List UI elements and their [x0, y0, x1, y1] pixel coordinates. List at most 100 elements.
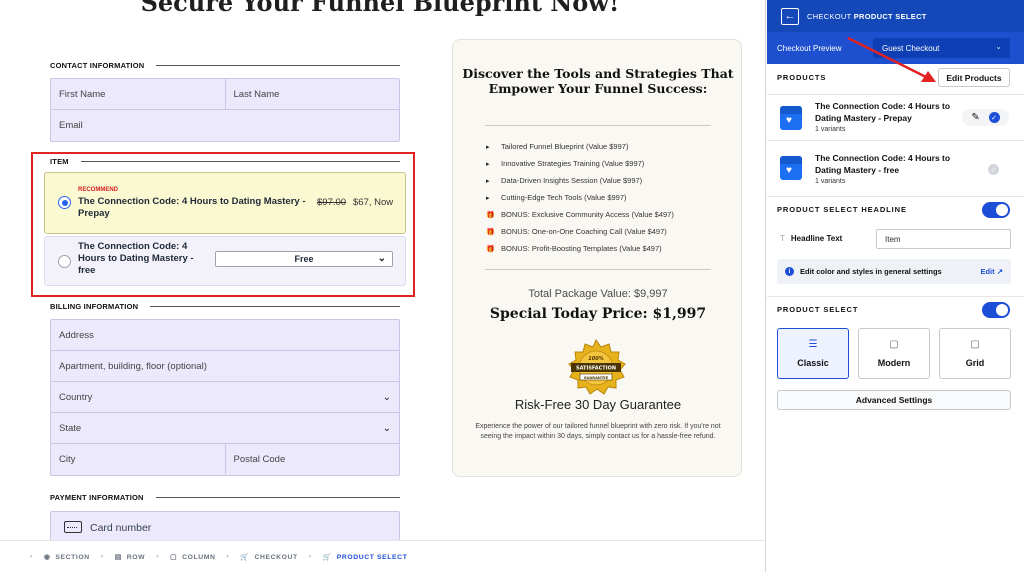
triangle-bullet-icon: ▸ [486, 160, 490, 168]
pencil-icon[interactable]: ✎ [971, 112, 979, 123]
products-heading: PRODUCTS [777, 73, 827, 82]
layout-classic[interactable]: ☰ Classic [777, 328, 849, 379]
list-item: 🎁 BONUS: One-on-One Coaching Call (Value … [486, 227, 667, 236]
chevron-down-icon: ⌄ [382, 391, 391, 403]
benefit-list: ▸ Tailored Funnel Blueprint (Value $997) … [486, 138, 726, 257]
breadcrumb-row[interactable]: ▤ ROW [115, 553, 145, 561]
product-option-free[interactable]: The Connection Code: 4 Hours to Dating M… [44, 236, 406, 286]
total-value: Total Package Value: $9,997 [528, 288, 668, 300]
breadcrumb-column[interactable]: ▢ COLUMN [170, 553, 215, 561]
special-price: Special Today Price: $1,997 [489, 306, 707, 322]
price-new: $67, Now [353, 197, 394, 208]
recommend-badge: RECOMMEND [78, 187, 118, 193]
radio-selected[interactable] [58, 196, 71, 209]
radio-unselected[interactable] [58, 255, 71, 268]
triangle-bullet-icon: ▸ [486, 143, 490, 151]
panel-header: ← CHECKOUT PRODUCT SELECT [767, 0, 1024, 32]
postal-code-field[interactable]: Postal Code [224, 444, 400, 475]
city-field[interactable]: City [51, 444, 225, 475]
product-select-toggle[interactable] [982, 302, 1010, 318]
cart-icon: 🛒 [322, 553, 332, 561]
list-icon: ☰ [808, 339, 818, 350]
layout-grid[interactable]: ▢ Grid [939, 328, 1011, 379]
headline-input[interactable]: Item [876, 229, 1011, 249]
state-select[interactable]: State ⌄ [51, 413, 399, 443]
square-icon: ▢ [970, 339, 980, 350]
product-box-icon [780, 156, 802, 180]
section-icon: ◉ [43, 553, 51, 561]
chevron-down-icon: ⌄ [377, 253, 386, 264]
list-item: ▸ Tailored Funnel Blueprint (Value $997) [486, 142, 629, 151]
advanced-settings-button[interactable]: Advanced Settings [777, 390, 1011, 410]
text-icon: T [780, 234, 785, 243]
row-icon: ▤ [114, 553, 122, 561]
chevron-down-icon: ⌄ [382, 422, 391, 434]
preview-select[interactable]: Guest Checkout ⌄ [873, 38, 1010, 58]
contact-fields: First Name Last Name Email [50, 78, 400, 142]
gift-icon: 🎁 [486, 245, 495, 253]
credit-card-icon [64, 521, 82, 533]
triangle-bullet-icon: ▸ [486, 194, 490, 202]
last-name-field[interactable]: Last Name [224, 79, 400, 109]
product-option-prepay[interactable]: RECOMMEND The Connection Code: 4 Hours t… [44, 172, 406, 234]
settings-panel: ← CHECKOUT PRODUCT SELECT Checkout Previ… [767, 0, 1024, 572]
breadcrumb-checkout[interactable]: 🛒 CHECKOUT [240, 553, 297, 561]
layout-modern[interactable]: ▢ Modern [858, 328, 930, 379]
chevron-right-icon: › [30, 553, 33, 560]
breadcrumb-section[interactable]: ◉ SECTION [44, 553, 90, 561]
product-row[interactable]: The Connection Code: 4 Hours to Dating M… [767, 94, 1024, 140]
list-item: 🎁 BONUS: Exclusive Community Access (Valu… [486, 210, 674, 219]
square-icon: ▢ [889, 339, 899, 350]
svg-text:GUARANTEE: GUARANTEE [584, 376, 609, 380]
list-item: ▸ Data-Driven Insights Session (Value $99… [486, 176, 643, 185]
check-icon[interactable]: ✓ [988, 164, 999, 175]
panel-title: CHECKOUT PRODUCT SELECT [807, 11, 927, 21]
column-icon: ▢ [170, 553, 178, 561]
option-title: The Connection Code: 4 Hours to Dating M… [78, 196, 306, 219]
sales-card: Discover the Tools and Strategies That E… [452, 39, 742, 477]
editor-canvas: Secure Your Funnel Blueprint Now! CONTAC… [0, 0, 766, 572]
list-item: 🎁 BONUS: Profit-Boosting Templates (Value… [486, 244, 662, 253]
edit-products-button[interactable]: Edit Products [938, 68, 1010, 87]
price-old: $97.00 [317, 197, 347, 208]
gift-icon: 🎁 [486, 211, 495, 219]
check-icon[interactable]: ✓ [988, 112, 1000, 123]
guarantee-text: Experience the power of our tailored fun… [475, 423, 721, 440]
arrow-left-icon: ← [784, 10, 796, 22]
chevron-down-icon: ⌄ [995, 42, 1002, 51]
chevron-right-icon: › [226, 553, 230, 560]
back-button[interactable]: ← [781, 7, 799, 25]
billing-fields: Address Apartment, building, floor (opti… [50, 319, 400, 476]
contact-heading: CONTACT INFORMATION [50, 61, 400, 70]
svg-text:SATISFACTION: SATISFACTION [576, 366, 616, 372]
chevron-right-icon: › [100, 553, 104, 560]
option-title: The Connection Code: 4 Hours to Dating M… [78, 241, 194, 276]
first-name-field[interactable]: First Name [51, 79, 225, 109]
edit-link[interactable]: Edit ↗ [980, 267, 1003, 276]
divider [485, 125, 711, 126]
product-actions[interactable]: ✎ ✓ [962, 109, 1009, 126]
breadcrumb: › ◉ SECTION › ▤ ROW › ▢ COLUMN › 🛒 CHECKOUT … [0, 540, 765, 572]
payment-heading: PAYMENT INFORMATION [50, 493, 400, 502]
price-select[interactable]: Free ⌄ [215, 251, 393, 267]
preview-bar: Checkout Preview Guest Checkout ⌄ [767, 32, 1024, 64]
apartment-field[interactable]: Apartment, building, floor (optional) [51, 351, 399, 381]
page-title: Secure Your Funnel Blueprint Now! [140, 0, 620, 17]
satisfaction-badge-icon: 100% SATISFACTION GUARANTEE [568, 338, 626, 395]
country-select[interactable]: Country ⌄ [51, 382, 399, 412]
divider [485, 269, 711, 270]
chevron-right-icon: › [156, 553, 160, 560]
preview-label: Checkout Preview [777, 43, 842, 53]
address-field[interactable]: Address [51, 320, 399, 350]
triangle-bullet-icon: ▸ [486, 177, 490, 185]
headline-toggle[interactable] [982, 202, 1010, 218]
list-item: ▸ Innovative Strategies Training (Value $… [486, 159, 645, 168]
list-item: ▸ Cutting-Edge Tech Tools (Value $997) [486, 193, 627, 202]
product-row[interactable]: The Connection Code: 4 Hours to Dating M… [767, 140, 1024, 196]
breadcrumb-product-select[interactable]: 🛒 PRODUCT SELECT [323, 553, 408, 561]
cart-icon: 🛒 [240, 553, 250, 561]
chevron-right-icon: › [308, 553, 312, 560]
info-bar: i Edit color and styles in general setti… [777, 259, 1011, 284]
product-box-icon [780, 106, 802, 130]
email-field[interactable]: Email [51, 110, 399, 141]
